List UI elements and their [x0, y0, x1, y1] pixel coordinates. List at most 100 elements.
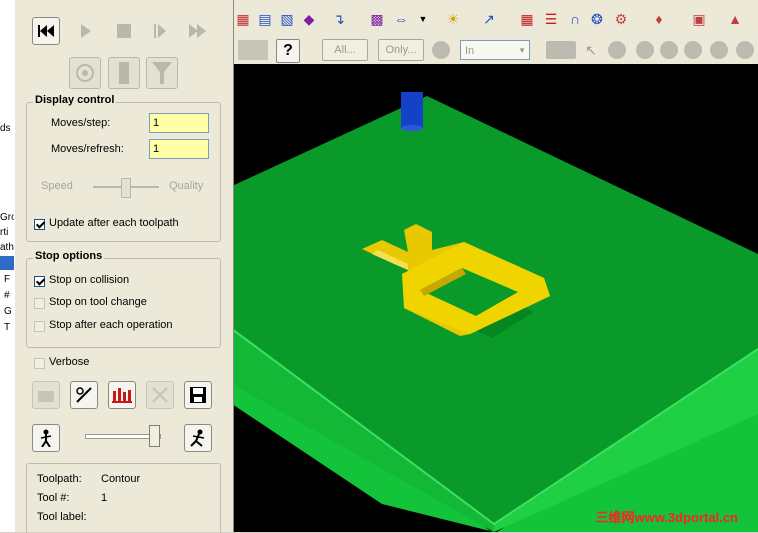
all-button[interactable]: All... — [322, 39, 368, 61]
solid-icon[interactable]: ◆ — [300, 10, 318, 28]
strip-text: G — [4, 306, 12, 317]
bottle-icon[interactable]: ▲ — [726, 10, 744, 28]
in-select-value: In — [465, 45, 475, 57]
machine-icon — [38, 391, 54, 402]
measure-icon[interactable]: ↗ — [480, 10, 498, 28]
stop-on-collision-label: Stop on collision — [49, 274, 130, 286]
stop-after-operation-checkbox[interactable] — [34, 321, 45, 332]
verbose-checkbox[interactable] — [34, 358, 45, 369]
toolpath-value: Contour — [101, 473, 141, 485]
grid-icon[interactable]: ▩ — [368, 10, 386, 28]
moves-refresh-input[interactable]: 1 — [149, 139, 209, 159]
stop-options-title: Stop options — [33, 250, 105, 262]
only-button[interactable]: Only... — [378, 39, 424, 61]
stop-on-collision-checkbox[interactable] — [34, 276, 45, 287]
display-control-title: Display control — [33, 94, 117, 106]
chevron-down-icon: ▼ — [518, 46, 526, 55]
gear-icon[interactable]: ⚙ — [612, 10, 630, 28]
shade-icon[interactable]: ▣ — [690, 10, 708, 28]
collision-icon — [152, 387, 168, 403]
toolpath-label: Toolpath: — [37, 473, 82, 485]
chevron-down-icon[interactable]: ▼ — [414, 10, 432, 28]
moves-step-input[interactable]: 1 — [149, 113, 209, 133]
background-panel-strip: ds Gro rti ath F # G T — [0, 0, 15, 532]
table-icon[interactable]: ▦ — [518, 10, 536, 28]
tool-number-label: Tool #: — [37, 492, 70, 504]
stop-on-tool-change-label: Stop on tool change — [49, 296, 147, 308]
play-icon — [81, 24, 91, 38]
stop-after-operation-label: Stop after each operation — [49, 319, 173, 331]
fast-forward-button[interactable] — [184, 17, 212, 45]
running-icon — [190, 429, 205, 447]
chart-button[interactable] — [108, 381, 136, 409]
shape-icon[interactable] — [608, 41, 626, 59]
stock-icon — [119, 62, 129, 84]
tool-icon[interactable]: ❂ — [588, 10, 606, 28]
sphere-icon[interactable] — [710, 41, 728, 59]
walking-icon — [40, 429, 52, 447]
fast-button[interactable] — [184, 424, 212, 452]
simulation-dialog: Display control Moves/step: 1 Moves/refr… — [14, 0, 234, 533]
layout-icon[interactable]: ▦ — [234, 10, 252, 28]
simulation-viewport[interactable]: 三维网www.3dportal.cn — [232, 64, 758, 532]
strip-text: rti — [0, 227, 9, 238]
grayed-button[interactable] — [238, 40, 268, 60]
collision-button[interactable] — [146, 381, 174, 409]
cut-button[interactable] — [70, 381, 98, 409]
sim-speed-slider-thumb[interactable] — [149, 425, 160, 447]
bar-chart-icon — [112, 388, 132, 403]
sphere-icon[interactable] — [636, 41, 654, 59]
rows-icon[interactable]: ☰ — [542, 10, 560, 28]
select-mode-icon[interactable] — [546, 41, 576, 59]
machine-button[interactable] — [32, 381, 60, 409]
strip-selection — [0, 256, 14, 270]
stock-button[interactable] — [108, 57, 140, 89]
strip-text: ds — [0, 123, 11, 134]
filter-button[interactable] — [146, 57, 178, 89]
stop-button[interactable] — [110, 17, 138, 45]
mode-button[interactable] — [69, 57, 101, 89]
moves-step-label: Moves/step: — [51, 117, 111, 129]
strip-text: T — [4, 322, 11, 333]
in-select[interactable]: In ▼ — [460, 40, 530, 60]
pointer-icon[interactable]: ↖ — [582, 41, 600, 59]
strip-text: F — [4, 274, 11, 285]
sphere-icon[interactable] — [736, 41, 754, 59]
update-after-toolpath-label: Update after each toolpath — [49, 217, 179, 229]
update-after-toolpath-checkbox[interactable] — [34, 219, 45, 230]
sheet-icon[interactable]: ▧ — [278, 10, 296, 28]
rewind-icon — [38, 25, 54, 37]
sphere-icon[interactable] — [684, 41, 702, 59]
slow-button[interactable] — [32, 424, 60, 452]
arrow-select-icon[interactable]: ↴ — [330, 10, 348, 28]
cutter-icon — [76, 387, 92, 403]
sphere-icon[interactable] — [660, 41, 678, 59]
transfer-icon[interactable]: ⇔ — [392, 10, 410, 28]
tool-holder-icon — [76, 64, 94, 82]
align-icon[interactable]: ▤ — [256, 10, 274, 28]
cube-icon[interactable]: ♦ — [650, 10, 668, 28]
stop-icon — [117, 24, 131, 38]
stop-on-tool-change-checkbox[interactable] — [34, 298, 45, 309]
tool-number-value: 1 — [101, 492, 108, 504]
save-button[interactable] — [184, 381, 212, 409]
step-forward-icon — [154, 24, 166, 38]
secondary-toolbar: ? All... Only... In ▼ ↖ — [230, 36, 758, 65]
rewind-button[interactable] — [32, 17, 60, 45]
help-button[interactable]: ? — [276, 39, 300, 63]
tool-label-label: Tool label: — [37, 511, 87, 523]
board-render — [232, 92, 758, 532]
fast-forward-icon — [189, 24, 206, 38]
watermark-text: 三维网www.3dportal.cn — [595, 510, 738, 525]
play-button[interactable] — [72, 17, 100, 45]
light-icon[interactable]: ☀ — [444, 10, 462, 28]
speed-label: Speed — [41, 180, 73, 192]
step-forward-button[interactable] — [146, 17, 174, 45]
curve-icon[interactable]: ∩ — [566, 10, 584, 28]
speed-quality-slider-thumb[interactable] — [121, 178, 131, 198]
strip-text: # — [4, 290, 10, 301]
strip-text: ath — [0, 242, 14, 253]
strip-text: Gro — [0, 212, 14, 223]
save-icon — [190, 387, 206, 403]
filter-icon[interactable] — [432, 41, 450, 59]
